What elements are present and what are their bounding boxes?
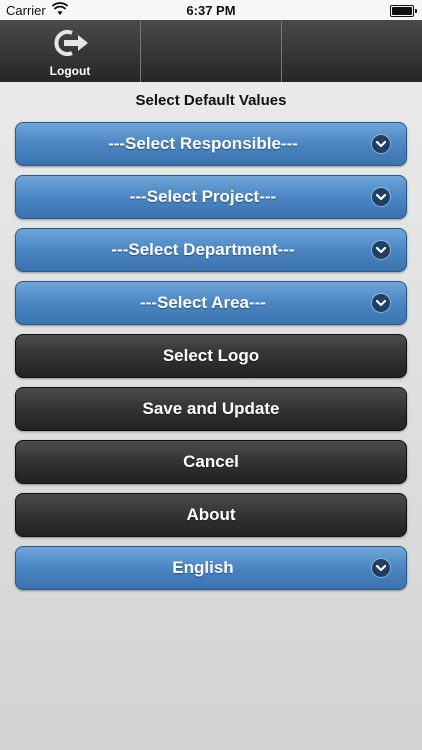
select-logo-button[interactable]: Select Logo	[15, 334, 407, 378]
language-label: English	[172, 558, 234, 577]
about-label: About	[186, 505, 236, 524]
toolbar-slot-empty	[282, 20, 422, 82]
chevron-down-icon	[372, 294, 390, 312]
logout-button[interactable]: Logout	[0, 20, 141, 82]
toolbar-slot-empty	[141, 20, 282, 82]
select-project-label: ---Select Project---	[129, 187, 277, 206]
toolbar: Logout	[0, 20, 422, 82]
select-project-dropdown[interactable]: ---Select Project---	[15, 175, 407, 219]
select-logo-label: Select Logo	[162, 346, 260, 365]
select-area-label: ---Select Area---	[140, 293, 266, 312]
language-dropdown[interactable]: English	[15, 546, 407, 590]
page-title: Select Default Values	[135, 92, 287, 109]
select-responsible-label: ---Select Responsible---	[108, 134, 298, 153]
save-button[interactable]: Save and Update	[15, 387, 407, 431]
select-responsible-dropdown[interactable]: ---Select Responsible---	[15, 122, 407, 166]
chevron-down-icon	[372, 135, 390, 153]
save-label: Save and Update	[142, 399, 280, 418]
select-department-label: ---Select Department---	[111, 240, 295, 259]
select-department-dropdown[interactable]: ---Select Department---	[15, 228, 407, 272]
settings-list: ---Select Responsible--- ---Select Proje…	[15, 122, 407, 599]
logout-icon	[54, 30, 88, 56]
logout-label: Logout	[49, 64, 91, 78]
battery-icon	[390, 5, 417, 17]
chevron-down-icon	[372, 188, 390, 206]
clock: 6:37 PM	[186, 3, 236, 18]
cancel-label: Cancel	[183, 452, 239, 471]
about-button[interactable]: About	[15, 493, 407, 537]
cancel-button[interactable]: Cancel	[15, 440, 407, 484]
chevron-down-icon	[372, 559, 390, 577]
status-bar: Carrier 6:37 PM	[0, 0, 422, 20]
chevron-down-icon	[372, 241, 390, 259]
select-area-dropdown[interactable]: ---Select Area---	[15, 281, 407, 325]
